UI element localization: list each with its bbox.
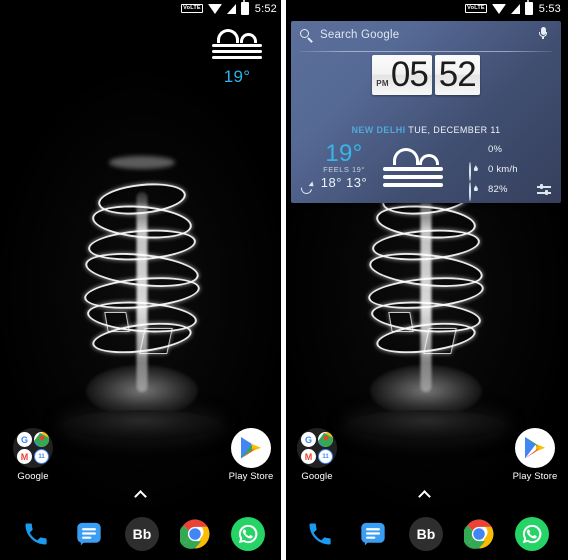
app-play-store[interactable]: Play Store — [220, 428, 282, 482]
clock-minutes-card: 52 — [434, 55, 480, 95]
flip-clock[interactable]: PM 05 52 — [291, 55, 561, 95]
mini-weather-temp: 19° — [223, 67, 251, 86]
search-input[interactable]: Search Google — [320, 29, 399, 41]
status-bar-right: VoLTE 5:53 — [284, 0, 568, 17]
dock-item-phone[interactable] — [303, 517, 337, 551]
dock-item-bb-app[interactable]: Bb — [408, 517, 443, 551]
signal-icon — [226, 3, 236, 14]
dock-item-chrome[interactable] — [462, 517, 496, 551]
google-search-bar[interactable]: Search Google — [291, 21, 561, 52]
stat-value: 0% — [488, 144, 503, 155]
google-calendar-icon: 11 — [318, 449, 333, 464]
fog-icon — [212, 24, 262, 62]
sculpture-fragment — [423, 328, 457, 354]
dock-item-messages[interactable] — [72, 517, 106, 551]
search-icon — [300, 29, 313, 42]
clock-minutes: 52 — [438, 55, 477, 94]
clock-ampm: PM — [376, 79, 389, 88]
bb-app-label: Bb — [132, 526, 152, 542]
wifi-icon — [491, 3, 506, 14]
wallpaper-sculpture — [60, 150, 224, 440]
folder-label: Google — [17, 471, 49, 482]
status-bar-clock: 5:52 — [254, 2, 277, 15]
wifi-icon — [207, 3, 222, 14]
app-label: Play Store — [512, 471, 558, 482]
date-text: TUE, DECEMBER 11 — [408, 125, 501, 135]
clock-hours-card: PM 05 — [372, 55, 432, 95]
location-date-line: NEW DELHI TUE, DECEMBER 11 — [291, 125, 561, 135]
signal-icon — [510, 3, 520, 14]
play-store-icon — [515, 428, 555, 468]
microphone-icon[interactable] — [539, 27, 547, 39]
dock-item-chrome[interactable] — [178, 517, 212, 551]
folder-icon-grid: G M 11 — [297, 428, 337, 468]
bb-app-label: Bb — [416, 526, 436, 542]
sculpture-base — [63, 410, 221, 440]
screenshot-root: VoLTE 5:52 19° G M 11 Google Play Store … — [0, 0, 568, 560]
city-name: NEW DELHI — [351, 125, 406, 135]
google-search-icon: G — [301, 432, 316, 447]
clock-weather-widget[interactable]: Search Google PM 05 52 NEW DELHI TUE, DE… — [291, 21, 561, 203]
folder-icon-grid: G M 11 — [13, 428, 53, 468]
google-maps-icon — [318, 432, 333, 447]
chevron-up-icon[interactable] — [135, 490, 149, 498]
stat-value: 0 km/h — [488, 164, 518, 175]
mini-weather-widget[interactable]: 19° — [206, 24, 268, 87]
volte-icon: VoLTE — [181, 4, 203, 13]
app-label: Play Store — [228, 471, 274, 482]
google-maps-icon — [34, 432, 49, 447]
dock-right: Bb — [284, 508, 568, 560]
stat-wind: 0 km/h — [469, 162, 555, 181]
wind-speed-icon — [469, 162, 482, 181]
status-bar-clock: 5:53 — [538, 2, 561, 15]
gmail-icon: M — [17, 449, 32, 464]
sculpture-fragment — [104, 312, 130, 332]
dock-item-messages[interactable] — [356, 517, 390, 551]
gmail-icon: M — [301, 449, 316, 464]
dock-item-bb-app[interactable]: Bb — [124, 517, 159, 551]
stat-precipitation: 0% — [469, 143, 555, 156]
sculpture-top-haze — [109, 156, 175, 169]
google-calendar-icon: 11 — [34, 449, 49, 464]
battery-icon — [524, 0, 533, 15]
google-search-icon: G — [17, 432, 32, 447]
current-temperature: 19° — [325, 140, 363, 167]
folder-google[interactable]: G M 11 Google — [2, 428, 64, 482]
status-bar-left: VoLTE 5:52 — [0, 0, 284, 17]
dock-item-whatsapp[interactable] — [230, 517, 265, 551]
sculpture-fragment — [139, 328, 173, 354]
home-screen-left: VoLTE 5:52 19° G M 11 Google Play Store … — [0, 0, 284, 560]
panel-divider — [281, 0, 286, 560]
chevron-up-icon[interactable] — [419, 490, 433, 498]
dock-item-phone[interactable] — [19, 517, 53, 551]
sculpture-base — [347, 410, 505, 440]
feels-like-temperature: FEELS 19° — [323, 165, 365, 174]
app-play-store[interactable]: Play Store — [504, 428, 566, 482]
folder-google[interactable]: G M 11 Google — [286, 428, 348, 482]
widget-action-bar — [291, 177, 561, 203]
precipitation-droplet-icon — [469, 143, 482, 156]
dock-left: Bb — [0, 508, 284, 560]
clock-hours: 05 — [390, 55, 429, 94]
home-screen-right: VoLTE 5:53 Search Google PM 05 52 NEW DE… — [284, 0, 568, 560]
sculpture-fragment — [388, 312, 414, 332]
dock-item-whatsapp[interactable] — [514, 517, 549, 551]
play-store-icon — [231, 428, 271, 468]
refresh-icon[interactable] — [301, 183, 314, 196]
search-underline — [300, 51, 552, 52]
battery-icon — [240, 0, 249, 15]
folder-label: Google — [301, 471, 333, 482]
sliders-settings-icon[interactable] — [537, 183, 551, 196]
volte-icon: VoLTE — [465, 4, 487, 13]
